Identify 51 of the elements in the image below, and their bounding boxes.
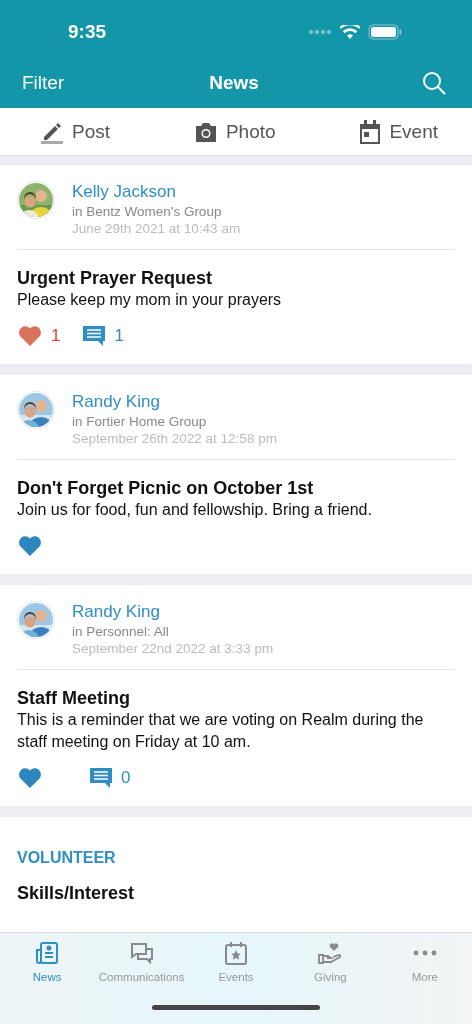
tab-bar-item[interactable]: More xyxy=(377,941,472,983)
heart-icon xyxy=(17,325,43,347)
signal-icon xyxy=(308,29,332,35)
search-icon[interactable] xyxy=(422,71,446,95)
compose-button[interactable]: Post xyxy=(40,119,111,144)
post-body: Please keep my mom in your prayers xyxy=(17,290,283,310)
post-date: June 29th 2021 at 10:43 am xyxy=(72,220,241,237)
like-button[interactable] xyxy=(17,535,43,557)
comment-button[interactable]: 1 xyxy=(82,325,124,347)
tab-bar-item[interactable]: News xyxy=(0,941,95,983)
newspaper-icon xyxy=(35,941,60,965)
chat-bubbles-icon xyxy=(129,941,154,965)
post-title: Urgent Prayer Request xyxy=(17,268,214,289)
battery-icon xyxy=(368,24,402,40)
wifi-icon xyxy=(340,24,360,40)
post-title: Don't Forget Picnic on October 1st xyxy=(17,478,315,499)
author-link[interactable]: Randy King xyxy=(72,391,277,413)
comment-icon xyxy=(82,325,107,347)
post-date: September 22nd 2022 at 3:33 pm xyxy=(72,640,274,657)
filter-button[interactable]: Filter xyxy=(22,72,65,94)
hand-heart-icon xyxy=(317,941,344,965)
post-body: Join us for food, fun and fellowship. Bring a friend. xyxy=(17,500,373,520)
comment-button[interactable]: 0 xyxy=(89,767,131,789)
camera-icon xyxy=(193,121,218,142)
comment-count: 0 xyxy=(121,768,131,788)
author-link[interactable]: Kelly Jackson xyxy=(72,181,241,203)
group-name: in Fortier Home Group xyxy=(72,413,208,430)
group-name: in Personnel: All xyxy=(72,623,170,640)
author-link[interactable]: Randy King xyxy=(72,601,274,623)
tab-bar-item[interactable]: Communications xyxy=(94,941,189,983)
tab-bar-item[interactable]: Giving xyxy=(283,941,378,983)
group-name: in Bentz Women's Group xyxy=(72,203,223,220)
like-button[interactable]: 1 xyxy=(17,325,61,347)
compose-button[interactable]: Photo xyxy=(193,120,276,143)
more-icon xyxy=(412,950,437,956)
tab-bar-item[interactable]: Events xyxy=(188,941,284,983)
heart-icon xyxy=(17,535,43,557)
post-body: This is a reminder that we are voting on Realm during the staff meeting on Friday at 10 am. xyxy=(17,710,425,752)
screen-title: News xyxy=(209,72,259,94)
comment-icon xyxy=(89,767,113,789)
like-count: 1 xyxy=(51,326,61,346)
like-button[interactable] xyxy=(17,767,43,789)
calendar-icon xyxy=(359,119,382,144)
post-title: Staff Meeting xyxy=(17,688,131,709)
comment-count: 1 xyxy=(114,326,124,346)
volunteer-item[interactable]: Skills/Interest xyxy=(17,883,455,904)
heart-icon xyxy=(17,767,43,789)
compose-button[interactable]: Event xyxy=(359,119,438,144)
section-heading: VOLUNTEER xyxy=(17,849,117,867)
post-date: September 26th 2022 at 12:58 pm xyxy=(72,430,277,447)
status-time: 9:35 xyxy=(68,21,107,43)
